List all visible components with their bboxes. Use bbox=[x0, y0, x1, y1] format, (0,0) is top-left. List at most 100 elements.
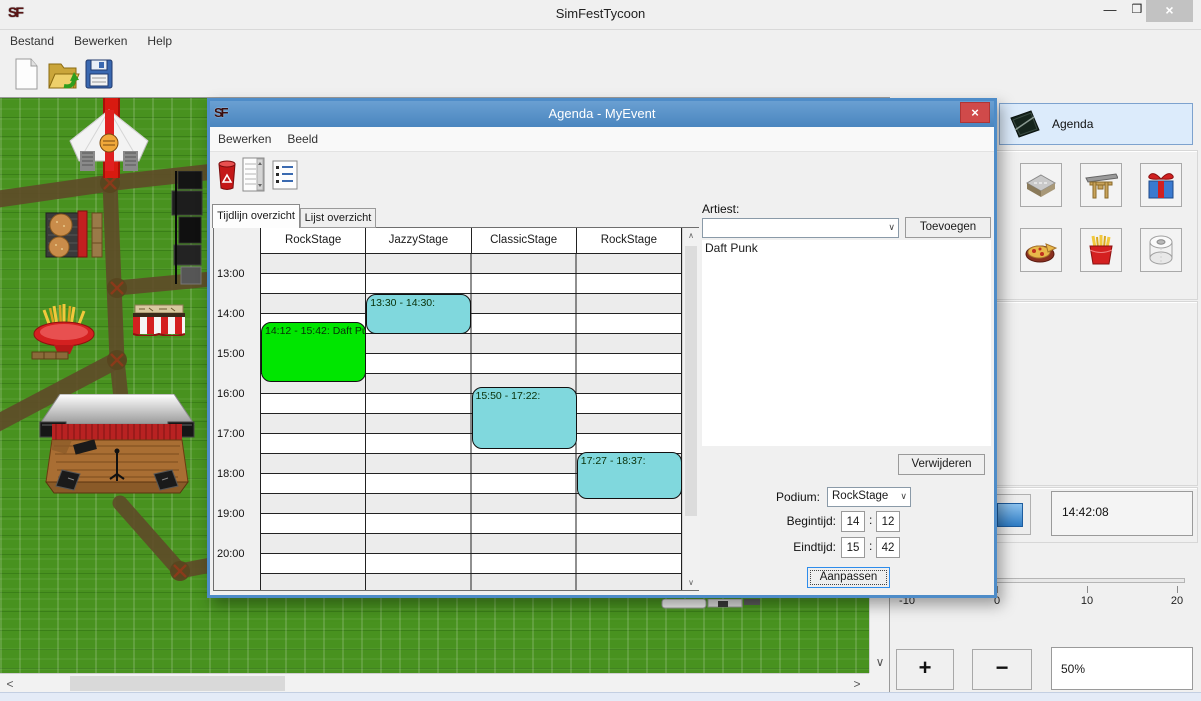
menu-help[interactable]: Help bbox=[137, 34, 182, 48]
game-clock: 14:42:08 bbox=[1051, 491, 1193, 536]
remove-artist-button[interactable]: Verwijderen bbox=[898, 454, 985, 475]
window-bottom-strip bbox=[0, 692, 1201, 701]
gift-icon bbox=[1145, 169, 1177, 201]
agenda-book-icon bbox=[1006, 108, 1042, 140]
schedule-event[interactable]: 13:30 - 14:30: bbox=[366, 294, 471, 334]
close-button[interactable]: × bbox=[1146, 0, 1193, 22]
begin-hour-field[interactable]: 14 bbox=[841, 511, 865, 532]
podium-label: Podium: bbox=[728, 490, 820, 504]
schedule-event[interactable]: 17:27 - 18:37: bbox=[577, 452, 682, 499]
market-stall[interactable] bbox=[133, 304, 185, 336]
artist-listbox[interactable]: Daft Punk bbox=[702, 240, 991, 446]
shop-gift-button[interactable] bbox=[1140, 163, 1182, 207]
chevron-down-icon: ∨ bbox=[900, 491, 907, 502]
shop-pizza-button[interactable] bbox=[1020, 228, 1062, 272]
artist-label: Artiest: bbox=[702, 202, 739, 216]
slider-tick bbox=[997, 586, 998, 593]
open-file-icon[interactable] bbox=[46, 56, 80, 92]
time-gutter: 13:0014:0015:0016:0017:0018:0019:0020:00 bbox=[214, 228, 260, 590]
road-tile-icon bbox=[1025, 171, 1057, 199]
sidebar-item-agenda[interactable]: Agenda bbox=[999, 103, 1193, 145]
map-hscroll-thumb[interactable] bbox=[70, 676, 285, 691]
stage-column-header: JazzyStage bbox=[366, 228, 471, 253]
shop-torii-gate-button[interactable] bbox=[1080, 163, 1122, 207]
dialog-menu-bewerken[interactable]: Bewerken bbox=[210, 132, 279, 146]
end-time-label: Eindtijd: bbox=[748, 540, 836, 554]
begin-time-label: Begintijd: bbox=[748, 514, 836, 528]
hour-label: 13:00 bbox=[217, 268, 245, 280]
bbq-stand[interactable] bbox=[42, 209, 106, 261]
list-view-icon[interactable] bbox=[272, 160, 298, 195]
add-artist-button[interactable]: Toevoegen bbox=[905, 217, 991, 238]
menu-bestand[interactable]: Bestand bbox=[0, 34, 64, 48]
minimize-button[interactable]: — bbox=[1097, 2, 1123, 22]
slider-tick bbox=[1087, 586, 1088, 593]
podium-combo-value: RockStage bbox=[832, 490, 888, 502]
tab-tijdlijn-overzicht[interactable]: Tijdlijn overzicht bbox=[212, 204, 300, 228]
end-minute-field[interactable]: 42 bbox=[876, 537, 900, 558]
pause-icon bbox=[997, 503, 1023, 527]
time-colon: : bbox=[869, 513, 872, 527]
speaker-tower[interactable] bbox=[170, 171, 206, 286]
slider-tick bbox=[1177, 586, 1178, 593]
dialog-title: Agenda - MyEvent bbox=[210, 106, 994, 121]
scroll-up-icon[interactable]: ∧ bbox=[683, 231, 699, 240]
shop-fries-button[interactable] bbox=[1080, 228, 1122, 272]
hour-label: 17:00 bbox=[217, 428, 245, 440]
pizza-icon bbox=[1024, 236, 1058, 264]
apply-button[interactable]: Aanpassen bbox=[807, 567, 890, 588]
schedule-grid: 13:0014:0015:0016:0017:0018:0019:0020:00… bbox=[213, 227, 699, 591]
main-menubar: Bestand Bewerken Help bbox=[0, 29, 1201, 51]
main-toolbar bbox=[0, 50, 1201, 96]
dialog-toolbar bbox=[210, 151, 994, 199]
dialog-menu-beeld[interactable]: Beeld bbox=[279, 132, 326, 146]
end-hour-field[interactable]: 15 bbox=[841, 537, 865, 558]
fries-icon bbox=[1086, 234, 1116, 266]
schedule-body[interactable]: 14:12 - 15:42: Daft Punk13:30 - 14:30: 15… bbox=[261, 253, 682, 590]
hour-label: 20:00 bbox=[217, 548, 245, 560]
schedule-event-selected[interactable]: 14:12 - 15:42: Daft Punk bbox=[261, 322, 366, 382]
window-title: SimFestTycoon bbox=[0, 6, 1201, 21]
scroll-down-icon[interactable]: ∨ bbox=[683, 578, 699, 587]
slider-label: 10 bbox=[1081, 595, 1093, 607]
main-titlebar: SF SimFestTycoon — ❒ × bbox=[0, 0, 1201, 28]
schedule-event[interactable]: 15:50 - 17:22: bbox=[472, 387, 577, 448]
shop-toilet-paper-button[interactable] bbox=[1140, 228, 1182, 272]
zoom-in-button[interactable]: + bbox=[896, 649, 954, 690]
toilet-paper-icon bbox=[1146, 234, 1176, 266]
zoom-out-button[interactable]: − bbox=[972, 649, 1032, 690]
agenda-dialog: SF Agenda - MyEvent × Bewerken Beeld bbox=[207, 98, 997, 598]
zoom-value-field[interactable]: 50% bbox=[1051, 647, 1193, 690]
hour-label: 19:00 bbox=[217, 508, 245, 520]
scroll-down-icon[interactable]: ∨ bbox=[871, 654, 889, 670]
tab-lijst-overzicht[interactable]: Lijst overzicht bbox=[300, 208, 376, 228]
scroll-left-icon[interactable]: < bbox=[2, 676, 18, 692]
scroll-right-icon[interactable]: > bbox=[849, 676, 865, 692]
begin-minute-field[interactable]: 12 bbox=[876, 511, 900, 532]
food-tent[interactable] bbox=[66, 109, 152, 175]
shop-road-tile-button[interactable] bbox=[1020, 163, 1062, 207]
stage-column-header: ClassicStage bbox=[472, 228, 577, 253]
delete-trash-icon[interactable] bbox=[216, 159, 238, 196]
dialog-close-button[interactable]: × bbox=[960, 102, 990, 123]
save-file-icon[interactable] bbox=[82, 56, 116, 92]
chevron-down-icon: ∨ bbox=[888, 222, 895, 233]
application-window: SF SimFestTycoon — ❒ × Bestand Bewerken … bbox=[0, 0, 1201, 701]
artist-combobox[interactable]: ∨ bbox=[702, 218, 899, 238]
stage[interactable] bbox=[32, 394, 202, 504]
schedule-scroll-thumb[interactable] bbox=[685, 246, 697, 516]
podium-combobox[interactable]: RockStage ∨ bbox=[827, 487, 911, 507]
timeline-view-icon[interactable] bbox=[242, 157, 266, 198]
new-file-icon[interactable] bbox=[10, 56, 44, 92]
stage-column-header: RockStage bbox=[577, 228, 682, 253]
menu-bewerken[interactable]: Bewerken bbox=[64, 34, 137, 48]
fries-stand[interactable] bbox=[20, 302, 108, 360]
slider-label: 20 bbox=[1171, 595, 1183, 607]
hour-label: 15:00 bbox=[217, 348, 245, 360]
dialog-menubar: Bewerken Beeld bbox=[210, 127, 994, 152]
dialog-titlebar[interactable]: SF Agenda - MyEvent × bbox=[210, 101, 994, 127]
artist-list-item[interactable]: Daft Punk bbox=[702, 240, 991, 256]
schedule-columns: RockStageJazzyStageClassicStageRockStage… bbox=[260, 228, 682, 590]
schedule-scrollbar[interactable]: ∧ ∨ bbox=[682, 228, 700, 590]
map-horizontal-scrollbar[interactable]: < > bbox=[0, 673, 869, 693]
